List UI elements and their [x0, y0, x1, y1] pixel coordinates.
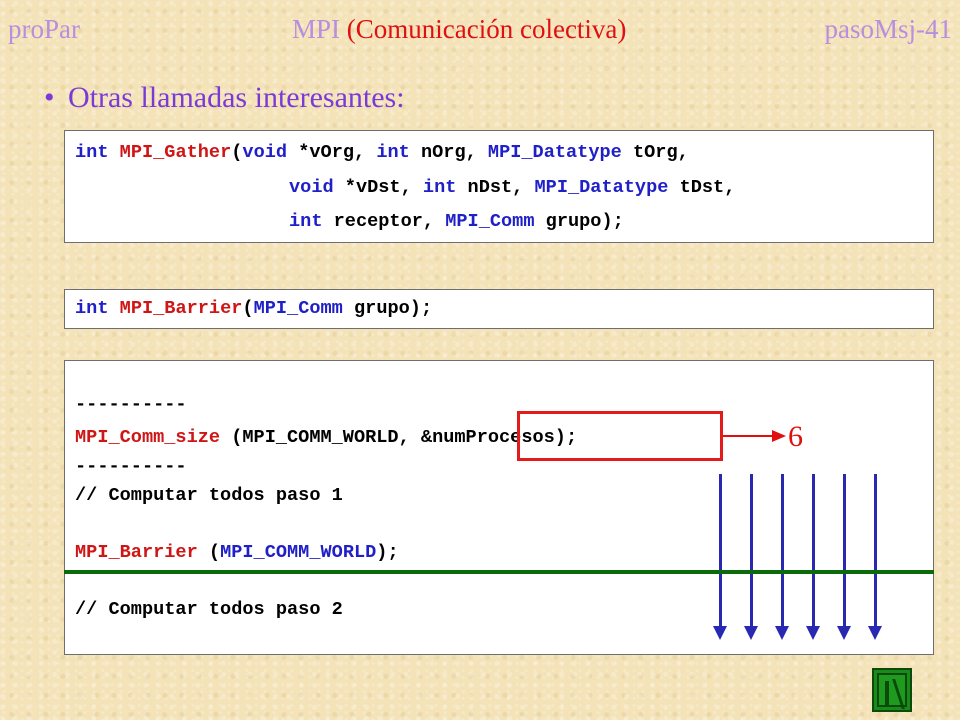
kw: MPI_Comm: [445, 211, 535, 232]
code-box-barrier: int MPI_Barrier(MPI_Comm grupo);: [64, 289, 934, 329]
code-text: nOrg,: [409, 142, 488, 163]
header-center-title: MPI (Comunicación colectiva): [292, 12, 626, 46]
code-text: (: [242, 298, 254, 319]
kw: int: [75, 142, 109, 163]
fn-name: MPI_Comm_size: [75, 427, 221, 448]
process-arrow-6: [868, 474, 882, 640]
fn-name: MPI_Barrier: [119, 298, 243, 319]
dashes-2: ----------: [75, 456, 187, 477]
bullet-heading: • Otras llamadas interesantes:: [44, 80, 405, 116]
kw: void: [242, 142, 288, 163]
highlight-num-procesos: [517, 411, 723, 461]
kw: int: [289, 211, 323, 232]
code-text: grupo);: [342, 298, 433, 319]
barrier-separator-line: [64, 570, 934, 574]
header-mpi: MPI: [292, 14, 341, 44]
code-text: (: [197, 542, 221, 563]
comment-step-1: // Computar todos paso 1: [75, 485, 343, 506]
nav-return-icon: [877, 673, 907, 709]
slide-nav-button[interactable]: [872, 668, 912, 712]
red-arrow-head-icon: [772, 430, 786, 442]
kw: void: [289, 177, 334, 198]
code-text: grupo);: [534, 211, 624, 232]
barrier-call-line: MPI_Barrier (MPI_COMM_WORLD);: [75, 542, 399, 564]
code-text: nDst,: [456, 177, 535, 198]
process-count-label: 6: [788, 420, 803, 453]
gather-line-3: int receptor, MPI_Comm grupo);: [289, 211, 624, 233]
nav-bar-shape: [885, 681, 889, 707]
code-text: tOrg,: [621, 142, 689, 163]
kw: int: [376, 142, 410, 163]
code-text: *vOrg,: [287, 142, 377, 163]
code-box-example: ---------- MPI_Comm_size (MPI_COMM_WORLD…: [64, 360, 934, 655]
process-arrow-1: [713, 474, 727, 640]
comm-size-line: MPI_Comm_size (MPI_COMM_WORLD, &numProce…: [75, 427, 577, 449]
gather-line-1: int MPI_Gather(void *vOrg, int nOrg, MPI…: [75, 142, 689, 164]
process-arrow-3: [775, 474, 789, 640]
gather-line-2: void *vDst, int nDst, MPI_Datatype tDst,: [289, 177, 735, 199]
dashes-1: ----------: [75, 394, 187, 415]
kw: int: [75, 298, 109, 319]
header-right-title: pasoMsj-41: [824, 14, 953, 44]
comment-step-2: // Computar todos paso 2: [75, 599, 343, 620]
kw: MPI_Comm: [253, 298, 343, 319]
kw: MPI_Datatype: [487, 142, 622, 163]
code-text: (: [231, 142, 243, 163]
process-arrow-5: [837, 474, 851, 640]
code-text: receptor,: [322, 211, 446, 232]
nav-diag-shape: [892, 679, 905, 709]
code-text: );: [376, 542, 399, 563]
kw: int: [422, 177, 457, 198]
kw: MPI_COMM_WORLD: [220, 542, 377, 563]
code-text: *vDst,: [333, 177, 423, 198]
code-box-gather: int MPI_Gather(void *vOrg, int nOrg, MPI…: [64, 130, 934, 243]
barrier-line: int MPI_Barrier(MPI_Comm grupo);: [75, 298, 432, 320]
process-arrow-4: [806, 474, 820, 640]
red-arrow-line: [723, 435, 775, 437]
header-subtitle: (Comunicación colectiva): [346, 14, 627, 44]
bullet-text: Otras llamadas interesantes:: [68, 81, 405, 114]
fn-name: MPI_Barrier: [75, 542, 198, 563]
kw: MPI_Datatype: [534, 177, 669, 198]
code-text: tDst,: [668, 177, 736, 198]
header-left-title: proPar: [8, 14, 80, 44]
fn-name: MPI_Gather: [119, 142, 232, 163]
process-arrow-2: [744, 474, 758, 640]
bullet-dot-icon: •: [44, 81, 55, 114]
